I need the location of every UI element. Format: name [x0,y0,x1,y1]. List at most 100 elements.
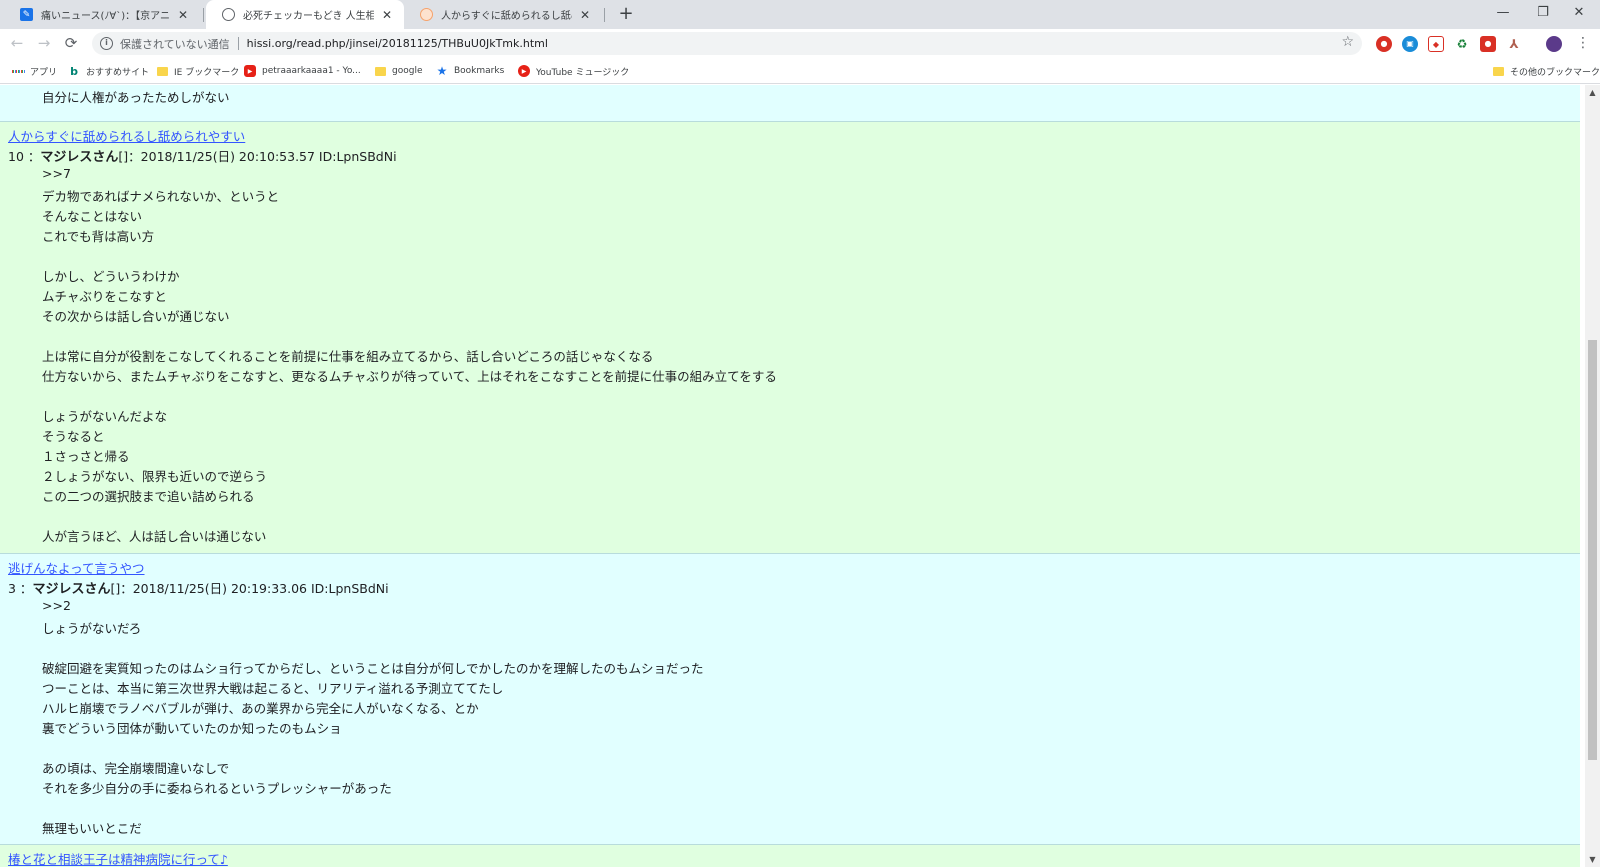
tab-title: 人からすぐに舐められるし舐められや [441,11,572,22]
post-line: これでも背は高い方 [42,229,155,244]
post-line: 無理もいいとこだ [42,821,142,836]
tab-thread[interactable]: 人からすぐに舐められるし舐められや ✕ [404,0,602,29]
browser-window: ✎ 痛いニュース(ﾉ∀`)：【京アニ放火】若 ✕ 必死チェッカーもどき 人生相談… [0,0,1600,867]
forward-button[interactable]: → [33,32,55,54]
tab-hissi-checker[interactable]: 必死チェッカーもどき 人生相談 > 20 ✕ [206,0,404,29]
scrollbar-thumb[interactable] [1588,340,1597,760]
tab-itai-news[interactable]: ✎ 痛いニュース(ﾉ∀`)：【京アニ放火】若 ✕ [4,0,200,29]
post-line: しょうがないんだよな [42,409,168,424]
bookmark-label: YouTube ミュージック [536,67,630,78]
page-scrollbar[interactable]: ▲ ▼ [1585,85,1600,867]
thread-title-link[interactable]: 逃げんなよって言うやつ [8,558,145,577]
youtube-music-icon: ▶ [518,65,530,77]
toolbar: ← → ⟳ i 保護されていない通信 hissi.org/read.php/ji… [0,29,1600,58]
bookmark-google[interactable]: google [374,58,422,84]
bookmark-label: その他のブックマーク [1510,67,1600,78]
post-line: 仕方ないから、またムチャぶりをこなすと、更なるムチャぶりが待っていて、上はそれを… [42,369,777,384]
scroll-up-icon[interactable]: ▲ [1585,85,1600,100]
poster-name: マジレスさん [32,582,111,597]
extension-blue-icon[interactable]: ▣ [1402,36,1418,52]
poster-name: マジレスさん [40,150,119,165]
tab-separator [203,8,204,22]
post-line: この二つの選択肢まで追い詰められる [42,489,255,504]
bookmark-youtube-music[interactable]: ▶ YouTube ミュージック [518,58,629,84]
bookmark-star-icon[interactable]: ☆ [1341,34,1354,50]
globe-icon [222,8,235,21]
tab-title: 痛いニュース(ﾉ∀`)：【京アニ放火】若 [41,11,170,22]
thread-title-link[interactable]: 椿と花と相談王子は精神病院に行って♪ [8,849,228,867]
minimize-button[interactable]: — [1482,0,1524,29]
post-line: つーことは、本当に第三次世界大戦は起こると、リアリティ溢れる予測立ててたし [42,681,504,696]
back-button[interactable]: ← [6,32,28,54]
bookmark-label: IE ブックマーク [174,67,240,78]
thread-title-link[interactable]: 人からすぐに舐められるし舐められやすい [8,126,245,145]
bookmark-bookmarks[interactable]: ★ Bookmarks [436,58,505,84]
bookmark-label: アプリ [30,67,58,78]
tab-close-icon[interactable]: ✕ [578,8,592,22]
tab-separator [604,8,605,22]
bookmark-osusume[interactable]: b おすすめサイト [68,58,149,84]
post-line: デカ物であればナメられないか、というと [42,189,280,204]
bing-icon: b [70,64,78,78]
youtube-icon: ▶ [244,65,256,77]
post-meta: []：2018/11/25(日) 20:19:33.06 ID:LpnSBdNi [110,581,389,596]
extension-recycle-icon[interactable]: ♻ [1454,36,1470,52]
profile-avatar[interactable] [1546,36,1562,52]
post-line: しかし、どういうわけか [42,269,180,284]
post-meta: []：2018/11/25(日) 20:10:53.57 ID:LpnSBdNi [118,149,397,164]
extension-shield-icon[interactable]: ◆ [1428,36,1444,52]
post-number: 10 ： [8,149,41,164]
thread-favicon-icon [420,8,433,21]
post-line: 裏でどういう団体が動いていたのか知ったのもムショ [42,721,342,736]
url-text[interactable]: hissi.org/read.php/jinsei/20181125/THBuU… [247,37,548,50]
bookmark-ie[interactable]: IE ブックマーク [156,58,239,84]
edit-favicon-icon: ✎ [20,8,33,21]
tab-close-icon[interactable]: ✕ [176,8,190,22]
bookmarks-bar: アプリ b おすすめサイト IE ブックマーク ▶ petraaarkaaaa1… [0,58,1600,84]
folder-icon [374,65,386,77]
close-window-button[interactable]: ✕ [1558,0,1600,29]
page-content: 自分に人権があったためしがない 人からすぐに舐められるし舐められやすい 10 ：… [0,85,1585,867]
post-item: 人からすぐに舐められるし舐められやすい 10 ：マジレスさん[]：2018/11… [0,122,1580,554]
extension-red-icon[interactable]: ● [1376,36,1392,52]
extension-pdf-icon[interactable]: ⅄ [1506,36,1522,52]
scroll-down-icon[interactable]: ▼ [1585,852,1600,867]
post-line: 自分に人権があったためしがない [42,90,230,105]
folder-icon [156,65,168,77]
address-bar[interactable]: i 保護されていない通信 hissi.org/read.php/jinsei/2… [92,32,1362,55]
post-header: 10 ：マジレスさん[]：2018/11/25(日) 20:10:53.57 I… [8,146,397,165]
bookmark-other[interactable]: その他のブックマーク [1492,58,1600,84]
post-item: 逃げんなよって言うやつ 3 ：マジレスさん[]：2018/11/25(日) 20… [0,554,1580,845]
security-label[interactable]: 保護されていない通信 [120,36,230,52]
post-line: それを多少自分の手に委ねられるというプレッシャーがあった [42,781,392,796]
apps-grid-icon [12,65,24,77]
post-line: しょうがないだろ [42,621,142,636]
post-line: 上は常に自分が役割をこなしてくれることを前提に仕事を組み立てるから、話し合いどこ… [42,349,654,364]
bookmark-label: petraaarkaaaa1 - Yo... [262,66,361,76]
chrome-menu-button[interactable]: ⋮ [1576,34,1590,52]
omnibox-divider [237,37,239,50]
post-line: ２しょうがない、限界も近いので逆らう [42,469,268,484]
post-header: 3 ：マジレスさん[]：2018/11/25(日) 20:19:33.06 ID… [8,578,389,597]
info-icon[interactable]: i [100,37,113,50]
folder-icon [1492,65,1504,77]
bookmark-label: google [392,66,423,76]
post-line: >>7 [42,166,71,181]
post-number: 3 ： [8,581,33,596]
post-line: 人が言うほど、人は話し合いは通じない [42,529,267,544]
tab-strip: ✎ 痛いニュース(ﾉ∀`)：【京アニ放火】若 ✕ 必死チェッカーもどき 人生相談… [0,0,1600,29]
reload-button[interactable]: ⟳ [60,32,82,54]
post-line: >>2 [42,598,71,613]
bookmark-label: おすすめサイト [86,67,150,78]
post-line: あの頃は、完全崩壊間違いなしで [42,761,230,776]
post-line: その次からは話し合いが通じない [42,309,230,324]
tab-close-icon[interactable]: ✕ [380,8,394,22]
bookmark-label: Bookmarks [454,66,505,76]
bookmark-apps[interactable]: アプリ [12,58,57,84]
post-item: 椿と花と相談王子は精神病院に行って♪ [0,845,1580,867]
extension-abp-icon[interactable]: ● [1480,36,1496,52]
post-item: 自分に人権があったためしがない [0,85,1580,122]
new-tab-button[interactable]: + [614,3,638,27]
bookmark-youtube[interactable]: ▶ petraaarkaaaa1 - Yo... [244,58,361,84]
post-line: そんなことはない [42,209,143,224]
